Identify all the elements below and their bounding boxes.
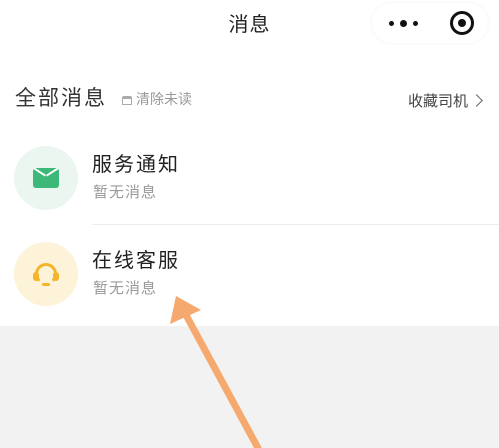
section-header: 全部消息 清除未读 收藏司机	[0, 76, 499, 120]
favorite-drivers-link[interactable]: 收藏司机	[407, 90, 483, 111]
list-item-online-support[interactable]: 在线客服 暂无消息	[0, 226, 499, 326]
close-mini-program-button[interactable]	[450, 11, 474, 35]
app-root: 消息 全部消息 清除未读 收藏司机 服务通知 暂无消息 在线客服 暂无消息	[0, 0, 499, 448]
section-title: 全部消息	[15, 86, 107, 110]
mail-icon	[33, 168, 59, 188]
target-dot-icon	[458, 19, 466, 27]
favorite-drivers-label: 收藏司机	[407, 92, 468, 110]
avatar	[14, 242, 78, 306]
messages-panel: 消息 全部消息 清除未读 收藏司机 服务通知 暂无消息 在线客服 暂无消息	[0, 0, 499, 326]
clear-unread-button[interactable]: 清除未读	[122, 89, 192, 109]
chevron-right-icon	[470, 94, 483, 107]
mini-program-capsule	[372, 3, 488, 43]
broom-icon	[122, 96, 132, 105]
avatar	[14, 146, 78, 210]
list-item-title: 在线客服	[92, 248, 180, 272]
list-item-service-notice[interactable]: 服务通知 暂无消息	[0, 130, 499, 230]
more-button[interactable]	[382, 3, 426, 43]
clear-unread-label: 清除未读	[136, 92, 192, 108]
more-dot-icon	[389, 21, 394, 26]
list-item-title: 服务通知	[92, 152, 180, 176]
nav-bar: 消息	[0, 0, 499, 48]
more-dot-icon	[413, 21, 418, 26]
more-dot-icon	[400, 20, 407, 27]
headset-icon	[32, 261, 60, 289]
list-item-subtitle: 暂无消息	[93, 279, 158, 297]
divider	[92, 224, 499, 225]
list-item-subtitle: 暂无消息	[93, 183, 158, 201]
